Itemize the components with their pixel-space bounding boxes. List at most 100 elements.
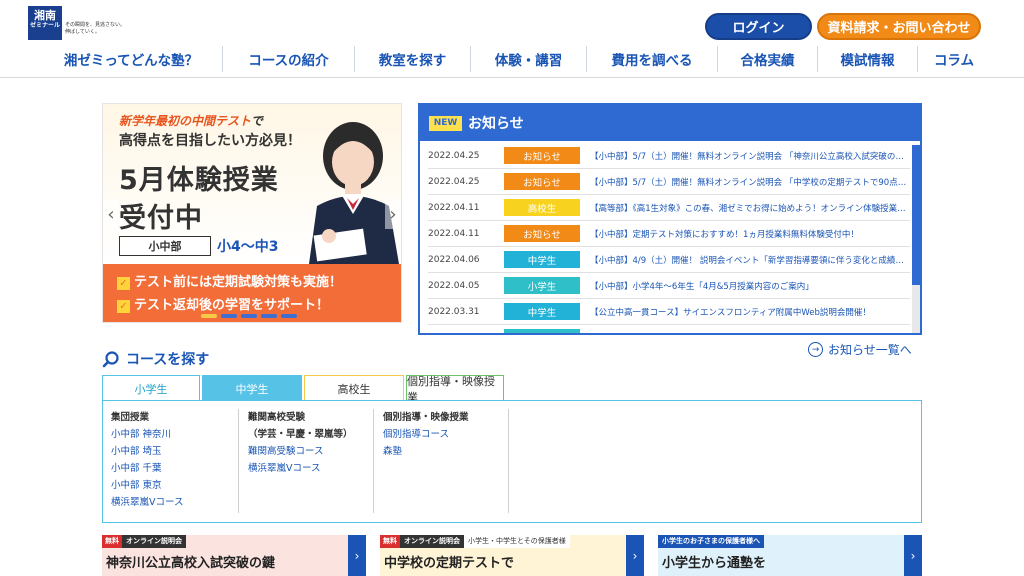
hero-dot[interactable]	[241, 314, 257, 318]
banner-title: 神奈川公立高校入試突破の鍵	[106, 556, 276, 571]
news-more-link[interactable]: → お知らせ一覧へ	[808, 341, 912, 358]
course-col-subheading: （学芸・早慶・翠嵐等）	[248, 429, 353, 440]
news-date: 2022.04.25	[428, 176, 480, 187]
banner-audience: 小学生・中学生とその保護者様	[464, 535, 570, 548]
news-scrollbar[interactable]	[912, 145, 920, 333]
course-link-suiran-v[interactable]: 横浜翠嵐Vコース	[248, 460, 373, 477]
course-link-suiran-v[interactable]: 横浜翠嵐Vコース	[111, 494, 238, 511]
site-header: 湘南 ゼミナール その瞬間を、見逃さない。伸ばしていく。 ログイン 資料請求・お…	[0, 0, 1024, 78]
course-col-difficult: 難関高校受験 （学芸・早慶・翠嵐等） 難関高受験コース 横浜翠嵐Vコース	[248, 409, 374, 513]
course-tab[interactable]: 個別指導・映像授業	[406, 375, 504, 404]
logo-mark: 湘南 ゼミナール	[28, 6, 62, 40]
course-col-individual: 個別指導・映像授業 個別指導コース 森塾	[383, 409, 509, 513]
banner-kanagawa-seminar[interactable]: 無料 オンライン説明会 神奈川公立高校入試突破の鍵 ›	[102, 535, 366, 576]
news-row[interactable]: 2022.03.31 中学生 【公立中高一貫コース】サイエンスフロンティア附属中We…	[428, 299, 910, 325]
nav-trial[interactable]: 体験・講習	[471, 46, 587, 72]
online-badge: オンライン説明会	[122, 535, 186, 548]
hero-headline-2: 高得点を目指したい方必見！	[119, 133, 301, 149]
free-badge: 無料	[102, 535, 122, 548]
logo-tagline: その瞬間を、見逃さない。伸ばしていく。	[65, 22, 126, 35]
news-category-badge: 小学生	[504, 329, 580, 333]
banner-tag: 無料 オンライン説明会 小学生・中学生とその保護者様	[380, 535, 570, 548]
hero-grade-range: 小4～中3	[217, 239, 279, 255]
course-link-kanagawa[interactable]: 小中部 神奈川	[111, 426, 238, 443]
nav-find-classroom[interactable]: 教室を探す	[355, 46, 471, 72]
news-link[interactable]: 【公立中高一貫コース】サイエンスフロンティア附属中Web説明会開催！	[590, 306, 908, 318]
nav-courses[interactable]: コースの紹介	[223, 46, 355, 72]
arrow-right-icon: →	[808, 342, 823, 357]
nav-fees[interactable]: 費用を調べる	[587, 46, 718, 72]
hero-headline-1: 新学年最初の中間テストで	[119, 114, 264, 128]
nav-mock-exam[interactable]: 模試情報	[818, 46, 918, 72]
news-category-badge: お知らせ	[504, 147, 580, 164]
news-row[interactable]: 2022.04.25 お知らせ 【小中部】5/7（土）開催！無料オンライン説明会 「…	[428, 169, 910, 195]
search-icon	[102, 351, 119, 368]
news-link[interactable]: 【高等部】《高1生対象》この春、湘ゼミでお得に始めよう！オンライン体験授業…	[590, 202, 908, 214]
course-link-morijuku[interactable]: 森塾	[383, 443, 508, 460]
request-info-button[interactable]: 資料請求・お問い合わせ	[817, 13, 981, 40]
chevron-right-icon: ›	[904, 535, 922, 576]
nav-about[interactable]: 湘ゼミってどんな塾？	[40, 46, 223, 72]
news-row[interactable]: 2022.04.06 中学生 【小中部】4/9（土）開催！ 説明会イベント「新学習指…	[428, 247, 910, 273]
global-nav: 湘ゼミってどんな塾？ コースの紹介 教室を探す 体験・講習 費用を調べる 合格実…	[40, 46, 990, 72]
course-link-saitama[interactable]: 小中部 埼玉	[111, 443, 238, 460]
course-tab[interactable]: 小学生	[102, 375, 200, 401]
news-category-badge: 中学生	[504, 303, 580, 320]
course-panel: 集団授業 小中部 神奈川 小中部 埼玉 小中部 千葉 小中部 東京 横浜翠嵐Vコ…	[102, 400, 922, 523]
hero-check-1: ✓ テスト前には定期試験対策も実施！	[117, 271, 342, 290]
login-button[interactable]: ログイン	[705, 13, 812, 40]
new-badge: NEW	[429, 115, 462, 131]
banner-midterm-seminar[interactable]: 無料 オンライン説明会 小学生・中学生とその保護者様 中学校の定期テストで ›	[380, 535, 644, 576]
course-tab[interactable]: 中学生	[202, 375, 302, 401]
news-row[interactable]: 2022.03.31小学生【難関高受験コース】新小6保護者オンライン説明会実施中…	[428, 325, 910, 334]
chevron-right-icon: ›	[348, 535, 366, 576]
logo-sub-text: ゼミナール	[29, 22, 60, 29]
news-link[interactable]: 【小中部】4/9（土）開催！ 説明会イベント「新学習指導要領に伴う変化と成績…	[590, 254, 908, 266]
news-link[interactable]: 【小中部】定期テスト対策におすすめ！1ヵ月授業料無料体験受付中！	[590, 228, 908, 240]
course-tab[interactable]: 高校生	[304, 375, 404, 401]
news-date: 2022.03.31	[428, 333, 504, 334]
hero-grade-label: 小中部	[119, 236, 211, 256]
hero-next-arrow-icon[interactable]: ›	[385, 199, 401, 229]
course-link-chiba[interactable]: 小中部 千葉	[111, 460, 238, 477]
course-link-tokyo[interactable]: 小中部 東京	[111, 477, 238, 494]
news-link[interactable]: 【小中部】5/7（土）開催！無料オンライン説明会 「中学校の定期テストで90点…	[590, 176, 908, 188]
course-search-title: コースを探す	[126, 352, 210, 368]
course-link-difficult-high[interactable]: 難関高受験コース	[248, 443, 373, 460]
nav-results[interactable]: 合格実績	[718, 46, 818, 72]
news-date: 2022.04.11	[428, 202, 480, 213]
hero-dot[interactable]	[221, 314, 237, 318]
student-illustration	[309, 122, 399, 264]
site-logo[interactable]: 湘南 ゼミナール その瞬間を、見逃さない。伸ばしていく。	[28, 6, 125, 40]
hero-prev-arrow-icon[interactable]: ‹	[103, 199, 119, 229]
hero-pagination	[201, 314, 297, 318]
hero-banner[interactable]: 新学年最初の中間テストで 高得点を目指したい方必見！ 5月体験授業 受付中 小中…	[102, 103, 402, 323]
course-col-group: 集団授業 小中部 神奈川 小中部 埼玉 小中部 千葉 小中部 東京 横浜翠嵐Vコ…	[111, 409, 239, 513]
course-col-heading: 難関高校受験	[248, 412, 306, 423]
banner-title: 中学校の定期テストで	[384, 556, 515, 571]
news-category-badge: 中学生	[504, 251, 580, 268]
hero-dot[interactable]	[281, 314, 297, 318]
news-link[interactable]: 【難関高受験コース】新小6保護者オンライン説明会実施中！	[590, 332, 908, 334]
banner-elementary-parents[interactable]: 小学生のお子さまの保護者様へ 小学生から通塾を ›	[658, 535, 922, 576]
check-icon: ✓	[117, 277, 130, 290]
news-row[interactable]: 2022.04.05 小学生 【小中部】小学4年～6年生「4月&5月授業内容のご案内…	[428, 273, 910, 299]
online-badge: オンライン説明会	[400, 535, 464, 548]
news-date: 2022.04.11	[428, 228, 480, 239]
news-row[interactable]: 2022.04.25 お知らせ 【小中部】5/7（土）開催！無料オンライン説明会 「…	[428, 143, 910, 169]
news-title: お知らせ	[468, 116, 524, 132]
nav-column[interactable]: コラム	[918, 46, 990, 72]
news-date: 2022.04.05	[428, 280, 480, 291]
news-row[interactable]: 2022.04.11 お知らせ 【小中部】定期テスト対策におすすめ！1ヵ月授業料無料…	[428, 221, 910, 247]
news-list: 2022.04.25 お知らせ 【小中部】5/7（土）開催！無料オンライン説明会 「…	[428, 143, 910, 334]
news-scrollbar-thumb[interactable]	[912, 145, 920, 285]
news-link[interactable]: 【小中部】小学4年～6年生「4月&5月授業内容のご案内」	[590, 280, 908, 292]
course-link-individual[interactable]: 個別指導コース	[383, 426, 508, 443]
banner-tag: 小学生のお子さまの保護者様へ	[658, 535, 764, 548]
news-category-badge: 高校生	[504, 199, 580, 216]
hero-dot[interactable]	[201, 314, 217, 318]
hero-dot[interactable]	[261, 314, 277, 318]
news-link[interactable]: 【小中部】5/7（土）開催！無料オンライン説明会 「神奈川公立高校入試突破の…	[590, 150, 908, 162]
news-row[interactable]: 2022.04.11 高校生 【高等部】《高1生対象》この春、湘ゼミでお得に始めよう…	[428, 195, 910, 221]
course-tabs: 小学生 中学生 高校生 個別指導・映像授業	[102, 375, 922, 404]
